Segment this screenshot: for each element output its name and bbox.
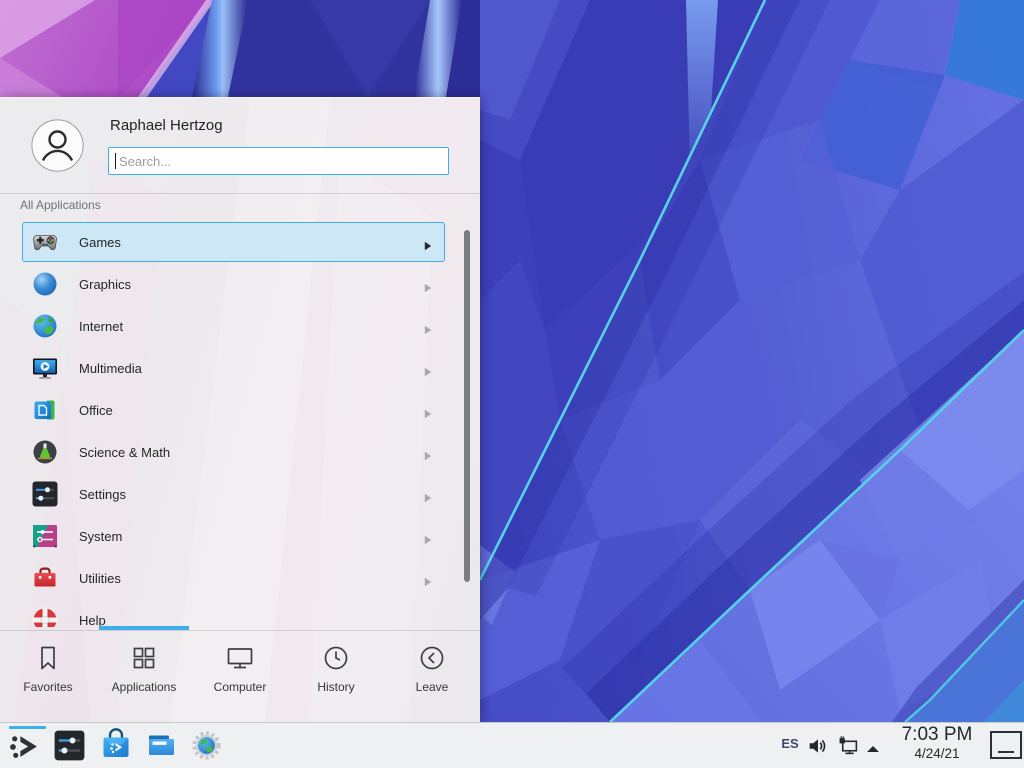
- search-field-wrap: [108, 147, 449, 175]
- games-icon: [32, 229, 58, 255]
- show-desktop-button[interactable]: [990, 731, 1022, 759]
- help-icon: [32, 607, 58, 627]
- bottom-panel: ES 7:03 PM 4/24/21: [0, 722, 1024, 768]
- menu-item-label: Help: [79, 613, 106, 628]
- submenu-arrow-icon: [424, 574, 432, 584]
- header-separator: [0, 193, 480, 194]
- show-desktop-glyph: [998, 751, 1014, 753]
- menu-item-label: Games: [79, 235, 121, 250]
- section-label: All Applications: [20, 198, 101, 212]
- menu-item-internet[interactable]: Internet: [22, 306, 445, 346]
- tab-leave[interactable]: Leave: [384, 631, 480, 722]
- menu-item-label: Graphics: [79, 277, 131, 292]
- tab-computer[interactable]: Computer: [192, 631, 288, 722]
- text-cursor: [115, 153, 116, 169]
- applications-icon: [130, 644, 158, 672]
- internet-icon: [32, 313, 58, 339]
- clock-time: 7:03 PM: [888, 725, 986, 746]
- multimedia-icon: [32, 355, 58, 381]
- submenu-arrow-icon: [424, 406, 432, 416]
- submenu-arrow-icon: [424, 532, 432, 542]
- user-name: Raphael Hertzog: [110, 117, 223, 134]
- tab-label: Leave: [416, 680, 449, 694]
- user-avatar[interactable]: [31, 119, 84, 172]
- network-icon[interactable]: [838, 735, 859, 756]
- menu-item-help[interactable]: Help: [22, 600, 445, 627]
- menu-item-label: Settings: [79, 487, 126, 502]
- discover-launcher[interactable]: [100, 728, 132, 762]
- computer-icon: [226, 644, 254, 672]
- konqueror-launcher[interactable]: [191, 730, 222, 761]
- submenu-arrow-icon: [424, 280, 432, 290]
- tab-history[interactable]: History: [288, 631, 384, 722]
- menu-item-label: Multimedia: [79, 361, 142, 376]
- expand-tray-caret-icon[interactable]: [866, 740, 880, 748]
- launcher-header: Raphael Hertzog: [0, 97, 480, 193]
- system-icon: [32, 523, 58, 549]
- menu-item-games[interactable]: Games: [22, 222, 445, 262]
- desktop: Raphael Hertzog All Applications: [0, 0, 1024, 768]
- menu-item-utilities[interactable]: Utilities: [22, 558, 445, 598]
- menu-item-science-math[interactable]: Science & Math: [22, 432, 445, 472]
- application-category-list: Games Graphics: [0, 222, 480, 627]
- list-scrollbar[interactable]: [464, 230, 470, 582]
- launcher-tabbar: Favorites Applications C: [0, 631, 480, 722]
- launcher-active-indicator: [9, 726, 46, 729]
- menu-item-multimedia[interactable]: Multimedia: [22, 348, 445, 388]
- tab-favorites[interactable]: Favorites: [0, 631, 96, 722]
- application-launcher-popup: Raphael Hertzog All Applications: [0, 97, 480, 722]
- utilities-icon: [32, 565, 58, 591]
- dolphin-file-manager-launcher[interactable]: [146, 730, 177, 761]
- submenu-arrow-icon: [424, 238, 432, 248]
- tab-applications[interactable]: Applications: [96, 631, 192, 722]
- leave-icon: [418, 644, 446, 672]
- favorites-icon: [34, 644, 62, 672]
- volume-icon[interactable]: [808, 736, 828, 756]
- menu-item-label: Utilities: [79, 571, 121, 586]
- keyboard-layout-indicator[interactable]: ES: [778, 736, 802, 751]
- tab-label: Favorites: [23, 680, 72, 694]
- submenu-arrow-icon: [424, 490, 432, 500]
- menu-item-label: Science & Math: [79, 445, 170, 460]
- search-input[interactable]: [108, 147, 449, 175]
- menu-item-label: Office: [79, 403, 113, 418]
- system-settings-launcher[interactable]: [54, 730, 85, 761]
- tab-label: History: [317, 680, 354, 694]
- menu-item-system[interactable]: System: [22, 516, 445, 556]
- submenu-arrow-icon: [424, 448, 432, 458]
- digital-clock[interactable]: 7:03 PM 4/24/21: [888, 725, 986, 762]
- graphics-icon: [32, 271, 58, 297]
- submenu-arrow-icon: [424, 322, 432, 332]
- kickoff-launcher-button[interactable]: [8, 730, 41, 763]
- menu-item-office[interactable]: Office: [22, 390, 445, 430]
- menu-item-label: Internet: [79, 319, 123, 334]
- science-icon: [32, 439, 58, 465]
- office-icon: [32, 397, 58, 423]
- menu-item-label: System: [79, 529, 122, 544]
- tab-label: Applications: [112, 680, 177, 694]
- menu-item-graphics[interactable]: Graphics: [22, 264, 445, 304]
- menu-item-settings[interactable]: Settings: [22, 474, 445, 514]
- tab-label: Computer: [214, 680, 267, 694]
- history-icon: [322, 644, 350, 672]
- settings-icon: [32, 481, 58, 507]
- clock-date: 4/24/21: [888, 747, 986, 762]
- submenu-arrow-icon: [424, 364, 432, 374]
